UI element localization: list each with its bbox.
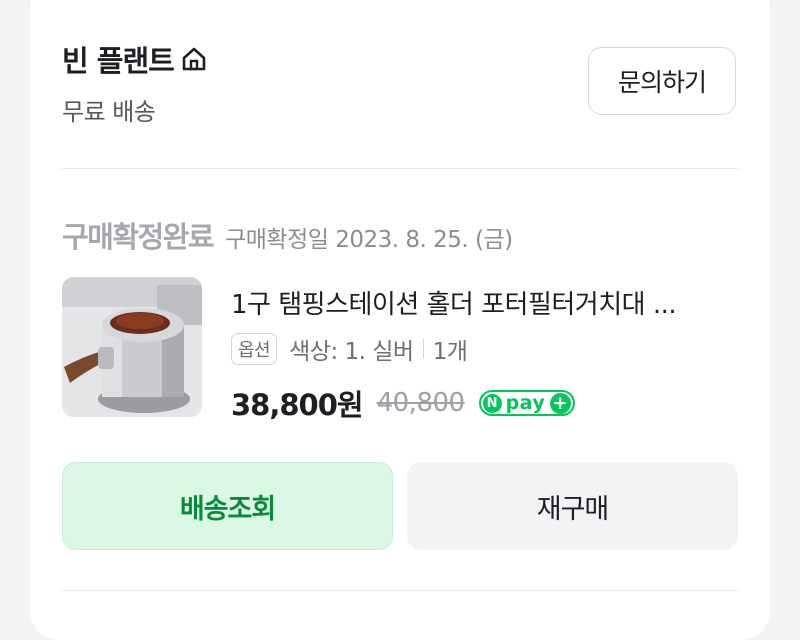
option-value: 색상: 1. 실버 — [289, 339, 414, 365]
plus-icon: + — [549, 392, 571, 414]
shipping-info: 무료 배송 — [62, 98, 156, 126]
npay-text: pay — [505, 391, 546, 414]
product-option-row: 옵션 색상: 1. 실버 1개 — [231, 332, 468, 366]
order-status: 구매확정완료 — [62, 220, 215, 254]
product-thumbnail[interactable] — [62, 277, 202, 417]
npay-badge: N pay + — [478, 390, 575, 416]
store-name[interactable]: 빈 플랜트 — [62, 38, 175, 80]
divider — [62, 590, 738, 591]
quantity: 1개 — [432, 339, 468, 365]
divider — [62, 168, 738, 169]
order-status-row: 구매확정완료 구매확정일 2023. 8. 25. (금) — [62, 214, 513, 256]
price-row: 38,800원 40,800 N pay + — [231, 382, 575, 424]
npay-n-icon: N — [482, 393, 502, 413]
home-icon — [180, 45, 208, 73]
product-name[interactable]: 1구 탬핑스테이션 홀더 포터필터거치대 ... — [231, 284, 741, 321]
store-header[interactable]: 빈 플랜트 — [62, 38, 208, 80]
inquiry-button[interactable]: 문의하기 — [588, 47, 736, 115]
confirm-date: 구매확정일 2023. 8. 25. (금) — [225, 227, 513, 253]
option-chip: 옵션 — [231, 333, 278, 365]
sale-price: 38,800원 — [231, 388, 364, 422]
rebuy-button[interactable]: 재구매 — [407, 462, 738, 550]
option-separator — [422, 339, 424, 359]
original-price: 40,800 — [376, 388, 465, 418]
track-delivery-button[interactable]: 배송조회 — [62, 462, 393, 550]
